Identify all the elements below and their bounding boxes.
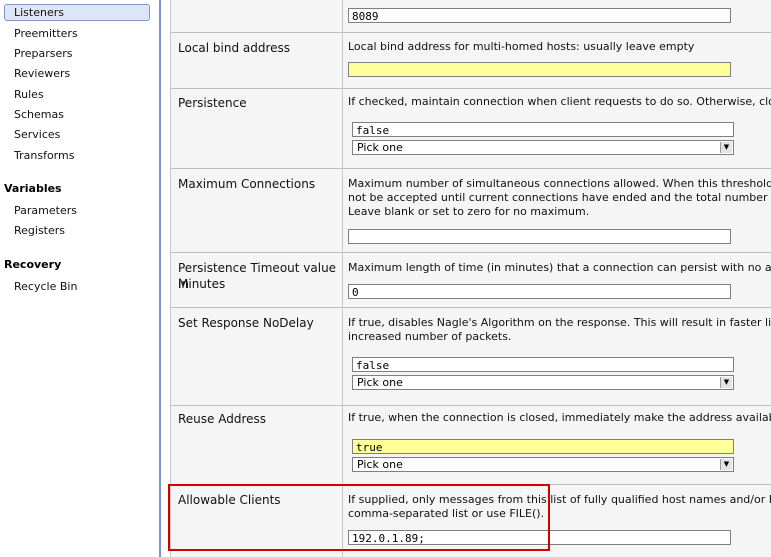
row-separator bbox=[170, 252, 771, 253]
nodelay-input[interactable]: false bbox=[352, 357, 734, 372]
settings-table: 8089 Local bind address Local bind addre… bbox=[170, 0, 771, 557]
chevron-down-icon[interactable]: ▼ bbox=[720, 142, 732, 153]
sidebar-item-rules[interactable]: Rules bbox=[14, 88, 44, 102]
reuse-address-label: Reuse Address bbox=[178, 412, 267, 426]
sidebar-divider bbox=[159, 0, 161, 557]
chevron-down-icon[interactable]: ▼ bbox=[720, 459, 732, 470]
persistence-timeout-label-2: Minutes bbox=[178, 277, 226, 291]
persistence-select[interactable]: Pick one ▼ bbox=[352, 140, 734, 155]
row-separator bbox=[170, 32, 771, 33]
max-connections-input[interactable] bbox=[348, 229, 731, 244]
sidebar-item-transforms[interactable]: Transforms bbox=[14, 149, 74, 163]
nodelay-label: Set Response NoDelay bbox=[178, 316, 314, 330]
sidebar-item-preemitters[interactable]: Preemitters bbox=[14, 27, 78, 41]
sidebar-item-schemas[interactable]: Schemas bbox=[14, 108, 64, 122]
sidebar-item-registers[interactable]: Registers bbox=[14, 224, 65, 238]
local-bind-input[interactable] bbox=[348, 62, 731, 77]
row-separator bbox=[170, 307, 771, 308]
persistence-timeout-desc: Maximum length of time (in minutes) that… bbox=[348, 261, 771, 274]
sidebar-heading-variables: Variables bbox=[4, 182, 62, 195]
reuse-address-select[interactable]: Pick one ▼ bbox=[352, 457, 734, 472]
nodelay-select[interactable]: Pick one ▼ bbox=[352, 375, 734, 390]
row-separator bbox=[170, 168, 771, 169]
max-connections-label: Maximum Connections bbox=[178, 177, 316, 191]
sidebar-item-listeners[interactable]: Listeners bbox=[4, 4, 150, 21]
sidebar: Listeners Preemitters Preparsers Reviewe… bbox=[0, 0, 159, 557]
max-connections-desc-1: Maximum number of simultaneous connectio… bbox=[348, 177, 771, 190]
sidebar-item-recycle-bin[interactable]: Recycle Bin bbox=[14, 280, 77, 294]
chevron-down-icon[interactable]: ▼ bbox=[720, 377, 732, 388]
table-column-divider bbox=[342, 0, 343, 557]
nodelay-desc-1: If true, disables Nagle's Algorithm on t… bbox=[348, 316, 771, 329]
sidebar-item-reviewers[interactable]: Reviewers bbox=[14, 67, 70, 81]
row-separator bbox=[170, 88, 771, 89]
persistence-select-label: Pick one bbox=[357, 141, 403, 154]
reuse-address-select-label: Pick one bbox=[357, 458, 403, 471]
reuse-address-desc: If true, when the connection is closed, … bbox=[348, 411, 771, 424]
row-separator bbox=[170, 405, 771, 406]
local-bind-label: Local bind address bbox=[178, 41, 291, 55]
sidebar-item-preparsers[interactable]: Preparsers bbox=[14, 47, 73, 61]
sidebar-item-services[interactable]: Services bbox=[14, 128, 60, 142]
persistence-input[interactable]: false bbox=[352, 122, 734, 137]
nodelay-desc-2: increased number of packets. bbox=[348, 330, 512, 343]
table-left-border bbox=[170, 0, 171, 557]
sidebar-item-parameters[interactable]: Parameters bbox=[14, 204, 77, 218]
highlight-box bbox=[168, 484, 550, 551]
reuse-address-input[interactable]: true bbox=[352, 439, 734, 454]
persistence-timeout-input[interactable]: 0 bbox=[348, 284, 731, 299]
persistence-desc: If checked, maintain connection when cli… bbox=[348, 95, 771, 108]
sidebar-heading-recovery: Recovery bbox=[4, 258, 62, 271]
local-bind-desc: Local bind address for multi-homed hosts… bbox=[348, 40, 695, 53]
port-input[interactable]: 8089 bbox=[348, 8, 731, 23]
max-connections-desc-2: not be accepted until current connection… bbox=[348, 191, 771, 204]
nodelay-select-label: Pick one bbox=[357, 376, 403, 389]
max-connections-desc-3: Leave blank or set to zero for no maximu… bbox=[348, 205, 590, 218]
persistence-label: Persistence bbox=[178, 96, 247, 110]
